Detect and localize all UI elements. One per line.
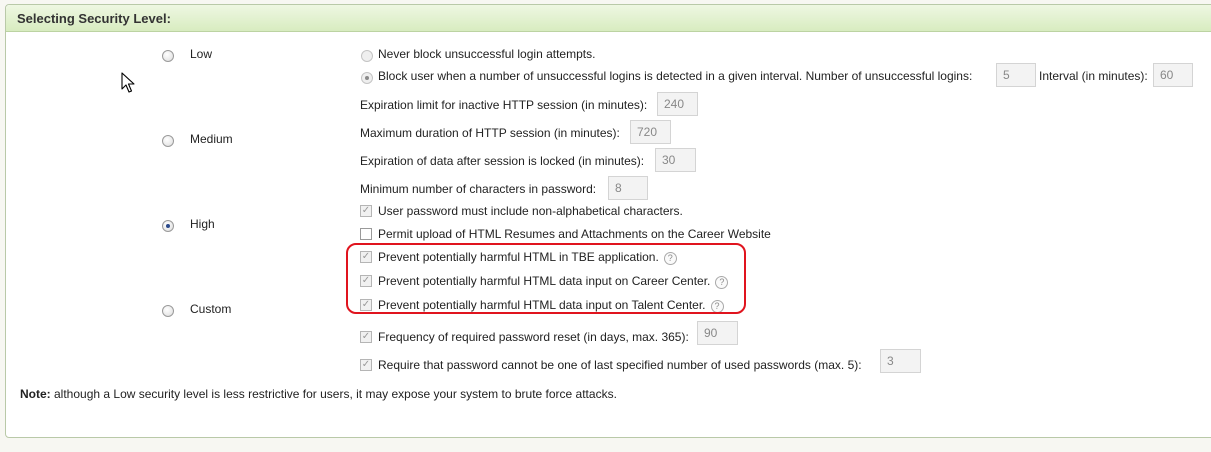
- panel-header: Selecting Security Level:: [6, 5, 1211, 32]
- radio-medium-label[interactable]: Medium: [190, 132, 233, 146]
- locked-expiration-label: Expiration of data after session is lock…: [360, 154, 645, 168]
- radio-low-label[interactable]: Low: [190, 47, 212, 61]
- min-chars-label: Minimum number of characters in password…: [360, 182, 597, 196]
- annotation-highlight-box: [346, 243, 746, 314]
- password-history-checkbox[interactable]: ✓: [360, 359, 372, 371]
- note-prefix: Note:: [20, 387, 51, 401]
- section-title: Selecting Security Level:: [17, 11, 171, 26]
- permit-upload-checkbox[interactable]: [360, 228, 372, 240]
- locked-expiration-field[interactable]: 30: [655, 148, 696, 172]
- radio-never-block[interactable]: [361, 50, 373, 62]
- inactive-session-field[interactable]: 240: [657, 92, 698, 116]
- radio-medium[interactable]: [162, 135, 174, 147]
- radio-high[interactable]: [162, 220, 174, 232]
- radio-block-user[interactable]: [361, 72, 373, 84]
- unsuccessful-logins-field[interactable]: 5: [996, 63, 1036, 87]
- permit-upload-label: Permit upload of HTML Resumes and Attach…: [378, 227, 771, 241]
- radio-custom-label[interactable]: Custom: [190, 302, 231, 316]
- max-duration-label: Maximum duration of HTTP session (in min…: [360, 126, 620, 140]
- radio-high-label[interactable]: High: [190, 217, 215, 231]
- max-duration-field[interactable]: 720: [630, 120, 671, 144]
- radio-low[interactable]: [162, 50, 174, 62]
- radio-custom[interactable]: [162, 305, 174, 317]
- mouse-pointer-icon: [121, 72, 135, 93]
- security-note: Note: although a Low security level is l…: [20, 387, 617, 401]
- password-history-field[interactable]: 3: [880, 349, 921, 373]
- reset-frequency-checkbox[interactable]: ✓: [360, 331, 372, 343]
- non-alpha-label: User password must include non-alphabeti…: [378, 204, 683, 218]
- inactive-session-label: Expiration limit for inactive HTTP sessi…: [360, 98, 648, 112]
- block-user-label: Block user when a number of unsuccessful…: [378, 69, 973, 83]
- note-text: although a Low security level is less re…: [50, 387, 617, 401]
- min-chars-field[interactable]: 8: [608, 176, 648, 200]
- password-history-label: Require that password cannot be one of l…: [378, 358, 862, 372]
- reset-frequency-label: Frequency of required password reset (in…: [378, 330, 689, 344]
- never-block-label: Never block unsuccessful login attempts.: [378, 47, 596, 61]
- interval-field[interactable]: 60: [1153, 63, 1193, 87]
- non-alpha-checkbox[interactable]: ✓: [360, 205, 372, 217]
- reset-frequency-field[interactable]: 90: [697, 321, 738, 345]
- interval-label: Interval (in minutes):: [1039, 69, 1148, 83]
